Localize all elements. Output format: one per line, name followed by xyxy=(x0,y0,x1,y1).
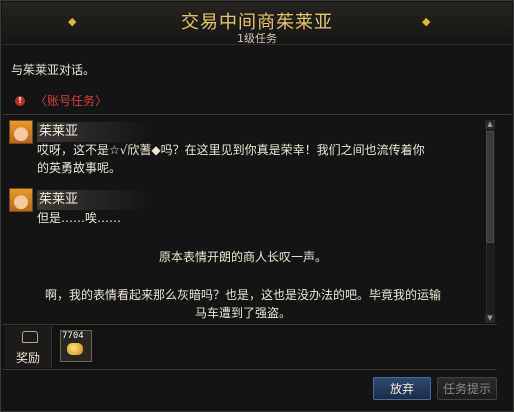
dialog-line: 马车遭到了强盗。 xyxy=(194,306,291,320)
scroll-up-icon[interactable]: ▲ xyxy=(485,120,495,129)
dialog-area: 茱莱亚 哎呀，这不是☆√欣蓍◆吗？在这里见到你真是荣幸！我们之间也流传着你 的英… xyxy=(3,115,483,323)
exclamation-icon: ! xyxy=(15,95,25,106)
dialog-line: 啊，我的表情看起来那么灰暗吗？也是，这也是没办法的吧。毕竟我的运输 xyxy=(44,288,441,302)
quest-window: ◆ 交易中间商茱莱亚 1级任务 ◆ 与茱莱亚对话。 ! 〈账号任务〉 茱莱亚 哎… xyxy=(0,0,514,412)
dialog-line: 的英勇故事呢。 xyxy=(37,161,122,175)
narration-text: 原本表情开朗的商人长叹一声。 xyxy=(158,250,327,264)
reward-label: 奖励 xyxy=(15,351,40,365)
npc-avatar-icon xyxy=(9,188,33,212)
reward-count: 7704 xyxy=(62,331,84,341)
quest-type-label: 〈账号任务〉 xyxy=(35,94,108,108)
scroll-down-icon[interactable]: ▼ xyxy=(485,314,495,323)
title-bar[interactable]: ◆ 交易中间商茱莱亚 1级任务 ◆ xyxy=(2,2,512,45)
title-ornament-right-icon: ◆ xyxy=(422,15,431,28)
quest-level: 1级任务 xyxy=(237,32,277,45)
reward-label-box: 奖励 xyxy=(5,326,52,368)
gold-coin-icon xyxy=(67,343,83,355)
abandon-button[interactable]: 放弃 xyxy=(373,377,431,400)
speaker-name: 茱莱亚 xyxy=(37,122,149,142)
dialog-line: 但是……唉…… xyxy=(37,211,122,225)
reward-item-gold[interactable]: 7704 xyxy=(60,330,92,362)
speaker-name: 茱莱亚 xyxy=(37,190,149,210)
scrollbar-thumb[interactable] xyxy=(486,131,494,243)
npc-avatar-icon xyxy=(9,120,33,144)
dialog-line: 哎呀，这不是☆√欣蓍◆吗？在这里见到你真是荣幸！我们之间也流传着你 xyxy=(37,143,425,157)
quest-objective: 与茱莱亚对话。 xyxy=(11,63,96,77)
reward-bar: 奖励 7704 xyxy=(3,324,497,370)
chest-icon xyxy=(22,331,38,343)
quest-hint-button[interactable]: 任务提示 xyxy=(437,377,497,400)
quest-type: ! 〈账号任务〉 xyxy=(15,92,107,109)
